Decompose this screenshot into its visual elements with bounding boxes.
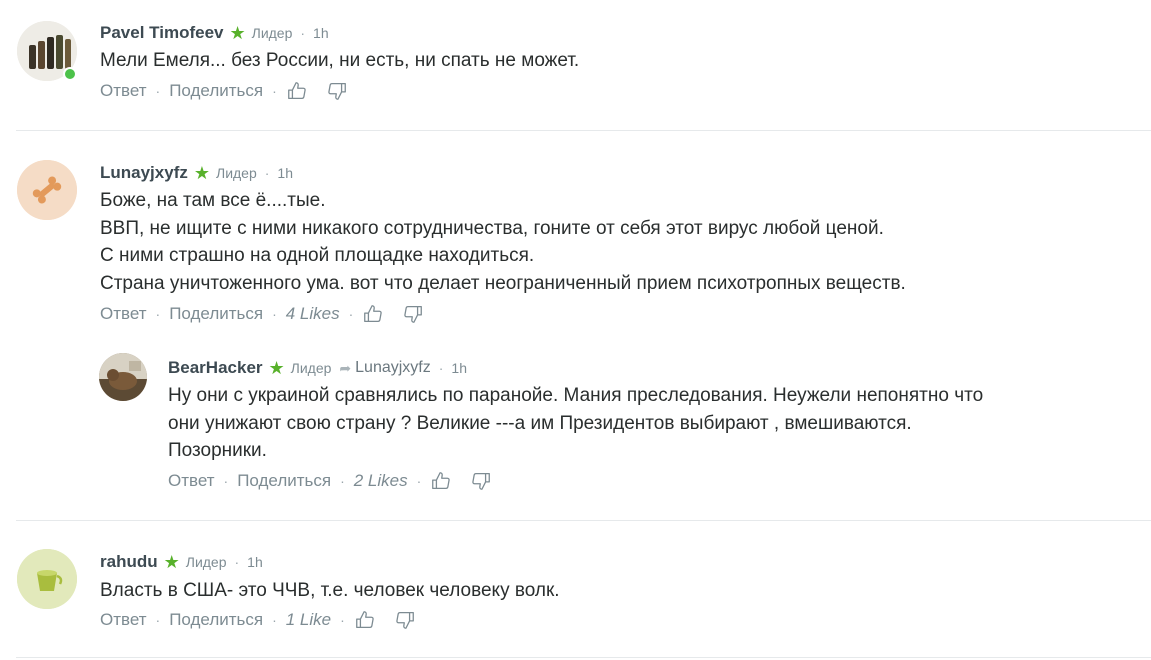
likes-count[interactable]: 1 Like <box>286 610 331 630</box>
thumbs-up-icon[interactable] <box>354 609 376 631</box>
separator: · <box>300 25 306 41</box>
comment-line: Мели Емеля... без России, ни есть, ни сп… <box>100 50 580 71</box>
separator: · <box>438 360 444 376</box>
separator: · <box>272 612 277 628</box>
likes-count[interactable]: 4 Likes <box>286 304 340 324</box>
star-icon: ★ <box>229 23 246 43</box>
divider <box>16 130 1151 131</box>
timestamp[interactable]: 1h <box>451 360 467 376</box>
likes-count[interactable]: 2 Likes <box>354 471 408 491</box>
separator: · <box>340 612 345 628</box>
thumbs-down-icon[interactable] <box>402 303 424 325</box>
comment-line: Страна уничтоженного ума. вот что делает… <box>100 272 906 294</box>
avatar[interactable] <box>17 549 77 609</box>
thumbs-up-icon[interactable] <box>286 80 308 102</box>
separator: · <box>234 554 240 570</box>
comment-line: Власть в США- это ЧЧВ, т.е. человек чело… <box>100 580 560 601</box>
leader-badge: Лидер <box>251 25 293 41</box>
separator: · <box>272 306 277 322</box>
comment-body: Боже, на там все ё....тые. ВВП, не ищите… <box>100 187 906 297</box>
reply-button[interactable]: Ответ <box>168 471 215 491</box>
reply-to-username[interactable]: Lunayjxyfz <box>355 359 431 377</box>
thumbs-down-icon[interactable] <box>394 609 416 631</box>
thumbs-down-icon[interactable] <box>326 80 348 102</box>
timestamp[interactable]: 1h <box>277 165 293 181</box>
username[interactable]: BearHacker <box>168 358 263 378</box>
thumbs-up-icon[interactable] <box>362 303 384 325</box>
separator: · <box>264 165 270 181</box>
avatar[interactable] <box>99 353 147 401</box>
star-icon: ★ <box>193 163 210 183</box>
timestamp[interactable]: 1h <box>313 25 329 41</box>
comment-line: Боже, на там все ё....тые. <box>100 190 326 211</box>
leader-badge: Лидер <box>185 554 227 570</box>
separator: · <box>155 306 161 322</box>
comment-line: Ну они с украиной сравнялись по паранойе… <box>168 385 984 406</box>
leader-badge: Лидер <box>290 360 332 376</box>
star-icon: ★ <box>268 358 285 378</box>
reply-arrow-icon: ➦ <box>339 359 352 376</box>
separator: · <box>348 306 354 322</box>
comment-body: Ну они с украиной сравнялись по паранойе… <box>168 382 983 465</box>
avatar[interactable] <box>17 160 77 220</box>
username[interactable]: rahudu <box>100 552 158 572</box>
comment-body: Власть в США- это ЧЧВ, т.е. человек чело… <box>100 577 560 605</box>
comment-line: Позорники. <box>168 440 267 461</box>
timestamp[interactable]: 1h <box>247 554 263 570</box>
divider <box>16 520 1151 521</box>
reply-button[interactable]: Ответ <box>100 81 147 101</box>
share-button[interactable]: Поделиться <box>237 471 331 491</box>
thumbs-up-icon[interactable] <box>430 470 452 492</box>
share-button[interactable]: Поделиться <box>169 81 263 101</box>
separator: · <box>155 612 161 628</box>
separator: · <box>416 473 422 489</box>
separator: · <box>340 473 345 489</box>
reply-button[interactable]: Ответ <box>100 304 147 324</box>
separator: · <box>223 473 229 489</box>
leader-badge: Лидер <box>216 165 257 181</box>
comment-line: они унижают свою страну ? Великие ---а и… <box>168 412 912 434</box>
online-indicator <box>63 67 77 81</box>
divider <box>16 657 1151 658</box>
username[interactable]: Pavel Timofeev <box>100 23 223 43</box>
comment-line: С ними страшно на одной площадке находит… <box>100 245 535 266</box>
username[interactable]: Lunayjxyfz <box>100 163 188 183</box>
comment-line: ВВП, не ищите с ними никакого сотрудниче… <box>100 217 884 239</box>
thumbs-down-icon[interactable] <box>470 470 492 492</box>
share-button[interactable]: Поделиться <box>169 610 263 630</box>
separator: · <box>155 83 161 99</box>
reply-button[interactable]: Ответ <box>100 610 147 630</box>
share-button[interactable]: Поделиться <box>169 304 263 324</box>
star-icon: ★ <box>163 552 180 572</box>
comment-body: Мели Емеля... без России, ни есть, ни сп… <box>100 47 579 75</box>
separator: · <box>272 83 277 99</box>
